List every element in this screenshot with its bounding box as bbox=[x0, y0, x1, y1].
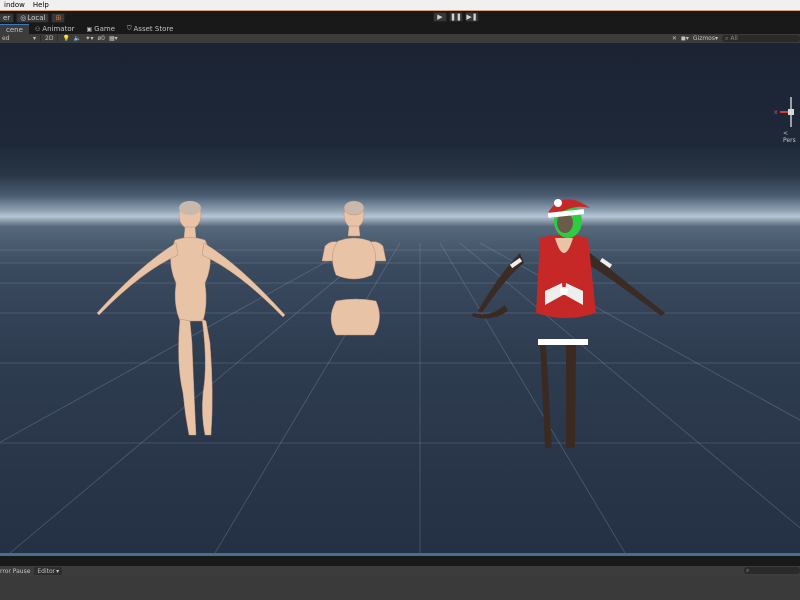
pause-icon: ❚❚ bbox=[450, 13, 462, 21]
gizmos-label: Gizmos bbox=[692, 35, 715, 42]
tools-button[interactable]: ✕ bbox=[670, 35, 679, 42]
2d-label: 2D bbox=[45, 35, 54, 42]
lighting-toggle-button[interactable]: 💡 bbox=[60, 35, 71, 42]
menu-item-window[interactable]: indow bbox=[0, 1, 29, 9]
animator-icon: ⚇ bbox=[34, 25, 41, 33]
hidden-objects-toggle[interactable]: ø 0 bbox=[95, 35, 107, 42]
globe-icon: ◎ bbox=[20, 13, 27, 22]
chevron-down-icon: ▾ bbox=[32, 35, 36, 42]
chevron-down-icon: ▾ bbox=[714, 35, 718, 42]
effects-dropdown[interactable]: ✦ ▾ bbox=[83, 35, 95, 42]
orientation-gizmo[interactable]: x bbox=[772, 91, 800, 131]
chevron-down-icon: ▾ bbox=[685, 35, 689, 42]
gizmos-dropdown[interactable]: Gizmos ▾ bbox=[691, 35, 720, 42]
hidden-count: 0 bbox=[101, 35, 105, 42]
chevron-down-icon: ▾ bbox=[114, 35, 118, 42]
scene-search-input[interactable]: ⌕ All bbox=[722, 35, 800, 42]
grid-snap-button[interactable]: ⊞ bbox=[51, 12, 66, 23]
tab-asset-store[interactable]: ⛉ Asset Store bbox=[121, 24, 179, 34]
shading-mode-label: ed bbox=[2, 35, 10, 42]
main-toolbar: er ◎ Local ⊞ bbox=[0, 11, 800, 24]
play-controls: ▶ ❚❚ ▶❚ bbox=[432, 12, 480, 22]
game-controller-icon: ▣ bbox=[86, 25, 93, 33]
editor-dropdown[interactable]: Editor ▾ bbox=[34, 567, 63, 575]
store-bag-icon: ⛉ bbox=[127, 25, 132, 32]
tab-asset-store-label: Asset Store bbox=[133, 25, 174, 33]
tab-scene[interactable]: cene bbox=[0, 24, 29, 34]
grid-snap-icon: ⊞ bbox=[55, 13, 62, 22]
console-toolbar: rror Pause Editor ▾ bbox=[0, 566, 800, 576]
character-santa-outfit bbox=[472, 199, 665, 448]
pivot-toggle-button[interactable]: er bbox=[0, 12, 15, 23]
chevron-down-icon: ▾ bbox=[56, 567, 60, 575]
local-toggle-button[interactable]: ◎ Local bbox=[16, 12, 50, 23]
editor-label: Editor bbox=[37, 567, 56, 575]
2d-toggle-button[interactable]: 2D bbox=[43, 35, 55, 42]
camera-dropdown[interactable]: ◼ ▾ bbox=[679, 35, 691, 42]
scene-viewport[interactable]: x < Pers bbox=[0, 43, 800, 553]
chevron-down-icon: ▾ bbox=[90, 35, 94, 42]
projection-label[interactable]: < Pers bbox=[783, 130, 800, 144]
panel-gap bbox=[0, 556, 800, 566]
window-tabs: cene ⚇ Animator ▣ Game ⛉ Asset Store bbox=[0, 24, 800, 34]
pivot-label: er bbox=[3, 13, 11, 22]
tab-animator[interactable]: ⚇ Animator bbox=[29, 24, 81, 34]
local-label: Local bbox=[27, 13, 46, 22]
scene-toolbar: ed ▾ 2D 💡 🔈 ✦ ▾ ø 0 ▦ ▾ ✕ ◼ ▾ Gizmos ▾ bbox=[0, 34, 800, 43]
divider bbox=[40, 35, 41, 42]
tab-game-label: Game bbox=[94, 25, 115, 33]
menu-item-help[interactable]: Help bbox=[29, 1, 53, 9]
step-icon: ▶❚ bbox=[466, 13, 478, 21]
wrench-icon: ✕ bbox=[671, 35, 677, 42]
shading-mode-dropdown[interactable]: ed ▾ bbox=[0, 35, 38, 42]
menu-bar: indow Help bbox=[0, 0, 800, 10]
audio-toggle-button[interactable]: 🔈 bbox=[72, 35, 83, 42]
error-pause-toggle[interactable]: rror Pause bbox=[0, 568, 30, 575]
scene-grid bbox=[0, 199, 800, 553]
play-icon: ▶ bbox=[437, 13, 443, 21]
search-icon: ⌕ bbox=[725, 34, 729, 42]
grid-dropdown[interactable]: ▦ ▾ bbox=[107, 35, 120, 42]
console-log-area bbox=[0, 576, 800, 600]
search-icon: ⌕ bbox=[746, 566, 750, 574]
tab-scene-label: cene bbox=[6, 25, 23, 34]
play-button[interactable]: ▶ bbox=[433, 12, 447, 22]
divider bbox=[57, 35, 59, 42]
pause-button[interactable]: ❚❚ bbox=[449, 12, 463, 22]
search-placeholder: All bbox=[730, 35, 738, 42]
console-search-input[interactable]: ⌕ bbox=[744, 567, 800, 574]
lightbulb-icon: 💡 bbox=[62, 35, 70, 42]
character-base-body bbox=[96, 200, 286, 436]
speaker-icon: 🔈 bbox=[73, 35, 82, 42]
character-body-parts bbox=[321, 200, 387, 336]
tab-animator-label: Animator bbox=[42, 25, 75, 33]
axis-x-label: x bbox=[774, 109, 778, 116]
step-button[interactable]: ▶❚ bbox=[465, 12, 479, 22]
tab-game[interactable]: ▣ Game bbox=[80, 24, 121, 34]
